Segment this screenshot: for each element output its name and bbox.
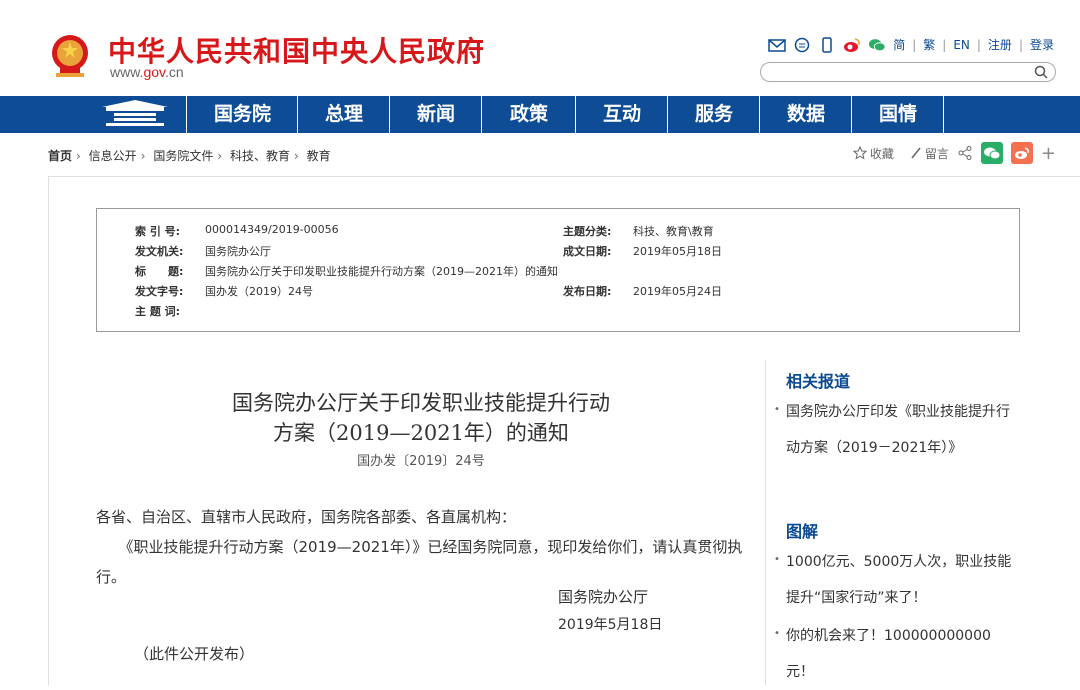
star-icon bbox=[852, 146, 867, 160]
nav-news[interactable]: 新闻 bbox=[389, 96, 482, 133]
breadcrumb-info-public[interactable]: 信息公开 bbox=[89, 149, 137, 163]
nav-state-council[interactable]: 国务院 bbox=[186, 96, 298, 133]
wechat-icon bbox=[983, 147, 1001, 160]
breadcrumb-home[interactable]: 首页 bbox=[48, 149, 72, 163]
login-link[interactable]: 登录 bbox=[1030, 36, 1054, 53]
nav-policy[interactable]: 政策 bbox=[481, 96, 576, 133]
article-sign-date: 2019年5月18日 bbox=[558, 617, 663, 633]
breadcrumb-sci-edu[interactable]: 科技、教育 bbox=[230, 149, 290, 163]
graphic-item[interactable]: 你的机会来了！100000000000元！ bbox=[774, 616, 1016, 690]
wechat-share-button[interactable] bbox=[980, 142, 1003, 164]
register-link[interactable]: 注册 bbox=[988, 36, 1012, 53]
article-salutation: 各省、自治区、直辖市人民政府，国务院各部委、各直属机构： bbox=[96, 508, 517, 526]
weibo-icon bbox=[1014, 147, 1029, 159]
comment-button[interactable]: 留言 bbox=[910, 145, 949, 162]
share-toolbar: 收藏 留言 + bbox=[852, 142, 1056, 164]
related-reports-heading: 相关报道 bbox=[786, 372, 851, 391]
article-public-note: （此件公开发布） bbox=[134, 645, 255, 663]
nav-premier[interactable]: 总理 bbox=[297, 96, 390, 133]
article-paragraph: 《职业技能提升行动方案（2019—2021年）》已经国务院同意，现印发给你们，请… bbox=[96, 538, 743, 586]
mobile-icon[interactable] bbox=[818, 36, 836, 53]
meta-topic: 科技、教育\教育 bbox=[633, 225, 714, 238]
related-item[interactable]: 国务院办公厅印发《职业技能提升行动方案（2019－2021年）》 bbox=[774, 392, 1016, 466]
lang-traditional[interactable]: 繁 bbox=[923, 36, 935, 53]
nav-services[interactable]: 服务 bbox=[667, 96, 760, 133]
graphics-heading: 图解 bbox=[786, 522, 819, 541]
weibo-icon[interactable] bbox=[843, 37, 861, 53]
breadcrumb-state-docs[interactable]: 国务院文件 bbox=[153, 149, 213, 163]
site-url[interactable]: www.gov.cn bbox=[110, 64, 184, 80]
lang-english[interactable]: EN bbox=[953, 38, 970, 52]
message-icon[interactable] bbox=[793, 37, 811, 53]
article-body: 各省、自治区、直辖市人民政府，国务院各部委、各直属机构： 《职业技能提升行动方案… bbox=[96, 502, 746, 592]
meta-title: 国务院办公厅关于印发职业技能提升行动方案（2019—2021年）的通知 bbox=[205, 265, 558, 278]
meta-issuer: 国务院办公厅 bbox=[205, 245, 271, 258]
meta-date: 2019年05月18日 bbox=[633, 245, 722, 258]
home-gate-icon[interactable] bbox=[84, 96, 186, 133]
nav-data[interactable]: 数据 bbox=[759, 96, 852, 133]
breadcrumb-education[interactable]: 教育 bbox=[307, 149, 331, 163]
document-meta-table: 索 引 号: 000014349/2019-00056 主题分类: 科技、教育\教育… bbox=[96, 208, 1020, 332]
search-box bbox=[760, 62, 1056, 83]
article-signer: 国务院办公厅 bbox=[558, 588, 649, 606]
search-input[interactable] bbox=[771, 65, 1035, 83]
mail-icon[interactable] bbox=[768, 37, 786, 53]
meta-pubdate: 2019年05月24日 bbox=[633, 285, 722, 298]
article-title: 国务院办公厅关于印发职业技能提升行动 方案（2019—2021年）的通知 bbox=[232, 391, 610, 445]
meta-docnum: 国办发（2019）24号 bbox=[205, 285, 313, 298]
sidebar: 相关报道 国务院办公厅印发《职业技能提升行动方案（2019－2021年）》 图解… bbox=[765, 360, 1056, 685]
weibo-share-button[interactable] bbox=[1010, 142, 1033, 164]
nav-national-info[interactable]: 国情 bbox=[851, 96, 944, 133]
more-share-icon[interactable]: + bbox=[1041, 143, 1056, 164]
meta-index: 000014349/2019-00056 bbox=[205, 223, 339, 236]
favorite-button[interactable]: 收藏 bbox=[852, 145, 894, 162]
site-header: 中华人民共和国中央人民政府 www.gov.cn 简 | 繁 | EN | 注册 | 登… bbox=[0, 0, 1080, 96]
share-icon[interactable] bbox=[957, 145, 973, 161]
wechat-icon[interactable] bbox=[868, 37, 886, 53]
national-emblem-icon bbox=[52, 35, 88, 77]
top-tools: 简 | 繁 | EN | 注册 | 登录 bbox=[768, 36, 1054, 53]
lang-simplified[interactable]: 简 bbox=[893, 36, 905, 53]
graphic-item[interactable]: 1000亿元、5000万人次，职业技能提升“国家行动”来了！ bbox=[774, 542, 1016, 616]
article-doc-number: 国办发〔2019〕24号 bbox=[357, 454, 485, 469]
breadcrumb: 首页 › 信息公开 › 国务院文件 › 科技、教育 › 教育 bbox=[48, 149, 331, 163]
nav-interaction[interactable]: 互动 bbox=[575, 96, 668, 133]
pencil-icon bbox=[911, 147, 921, 159]
search-icon[interactable] bbox=[1033, 64, 1049, 80]
nav-divider bbox=[943, 96, 944, 133]
main-nav: 国务院 总理 新闻 政策 互动 服务 数据 国情 bbox=[0, 96, 1080, 133]
